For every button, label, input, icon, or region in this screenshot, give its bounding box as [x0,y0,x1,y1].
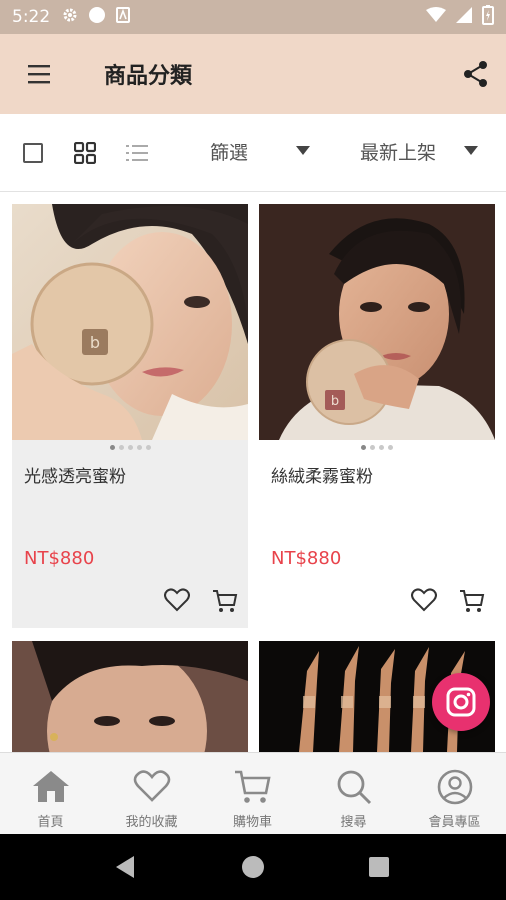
home-circle-icon[interactable] [242,856,264,878]
instagram-icon [446,687,476,717]
filter-arrow-icon[interactable] [296,146,310,155]
status-time: 5:22 [12,7,51,27]
settings-gear-icon [62,7,78,27]
nav-member-label: 會員專區 [428,815,481,830]
share-icon[interactable] [462,60,490,88]
grid-view-icon[interactable] [73,141,97,165]
nav-home-label: 首頁 [37,815,64,830]
a-notification-icon [116,7,131,27]
product-price: NT$880 [271,548,342,569]
favorite-heart-icon[interactable] [164,588,190,612]
home-icon [32,771,69,802]
back-icon[interactable] [116,856,134,878]
nav-member[interactable]: 會員專區 [404,753,505,835]
svg-text:b: b [90,333,100,352]
app-root: 5:22 商品分類 篩選 最新上架 b 光感透亮蜜粉 NT$880 b 絲絨柔霧… [0,0,506,900]
svg-text:b: b [331,394,339,409]
hamburger-menu-icon[interactable] [26,62,52,86]
product-card[interactable]: b 光感透亮蜜粉 NT$880 [12,204,248,628]
image-carousel-dots [12,445,248,450]
status-bar: 5:22 [0,0,506,34]
bottom-navigation: 首頁 我的收藏 購物車 搜尋 會員專區 [0,752,506,834]
sort-arrow-icon[interactable] [464,146,478,155]
cart-icon [234,770,271,803]
circle-notification-icon [88,6,106,28]
nav-search-label: 搜尋 [340,815,367,830]
product-card[interactable]: b 絲絨柔霧蜜粉 NT$880 [259,204,495,628]
product-toolbar: 篩選 最新上架 [0,114,506,192]
nav-home[interactable]: 首頁 [0,753,101,835]
product-image[interactable]: b [259,204,495,440]
search-icon [337,770,371,805]
wifi-icon [426,7,446,27]
recent-apps-icon[interactable] [369,857,389,877]
filter-dropdown[interactable]: 篩選 [210,138,248,165]
add-to-cart-icon[interactable] [459,588,485,614]
select-all-checkbox[interactable] [23,143,43,163]
product-image[interactable]: b [12,204,248,440]
battery-icon [482,5,494,29]
add-to-cart-icon[interactable] [212,588,238,614]
signal-icon [456,7,472,27]
nav-search[interactable]: 搜尋 [303,753,404,835]
nav-cart-label: 購物車 [232,815,272,830]
image-carousel-dots [259,445,495,450]
status-right-icons [426,5,494,29]
instagram-button[interactable] [432,673,490,731]
nav-cart[interactable]: 購物車 [202,753,303,835]
product-image[interactable] [12,641,248,752]
product-price: NT$880 [24,548,95,569]
app-bar: 商品分類 [0,34,506,114]
nav-favorites-label: 我的收藏 [125,815,178,830]
product-name[interactable]: 光感透亮蜜粉 [24,462,126,487]
list-view-icon[interactable] [126,142,148,164]
nav-favorites[interactable]: 我的收藏 [101,753,202,835]
product-name[interactable]: 絲絨柔霧蜜粉 [271,462,373,487]
page-title: 商品分類 [104,64,193,89]
product-card[interactable] [12,641,248,752]
sort-dropdown[interactable]: 最新上架 [360,138,436,165]
heart-icon [133,770,170,802]
user-icon [437,769,472,805]
system-navigation-bar [0,834,506,900]
favorite-heart-icon[interactable] [411,588,437,612]
